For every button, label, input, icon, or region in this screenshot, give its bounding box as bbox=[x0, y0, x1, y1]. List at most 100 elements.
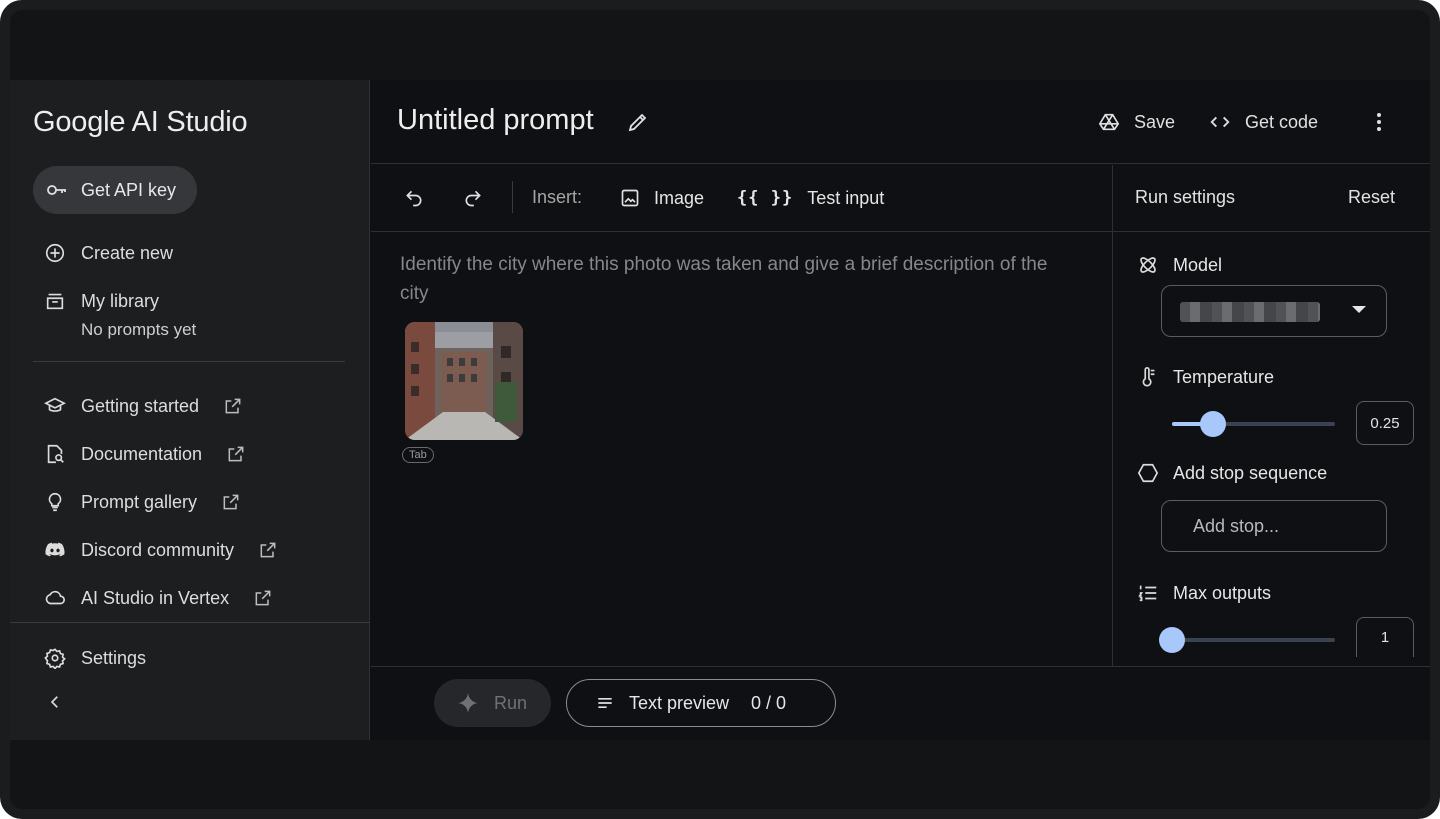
image-label: Image bbox=[654, 187, 705, 208]
sidebar: Google AI Studio Get API key Create new … bbox=[10, 80, 370, 740]
insert-image-button[interactable]: Image bbox=[620, 185, 704, 211]
tab-hint-badge: Tab bbox=[402, 447, 434, 463]
sidebar-divider bbox=[33, 361, 345, 362]
model-select[interactable] bbox=[1161, 285, 1387, 337]
reset-button[interactable]: Reset bbox=[1348, 187, 1395, 208]
discord-icon bbox=[43, 538, 67, 562]
temperature-slider[interactable] bbox=[1172, 411, 1335, 437]
temperature-input[interactable]: 0.25 bbox=[1356, 401, 1414, 445]
getting-started-label: Getting started bbox=[81, 395, 200, 416]
get-api-key-label: Get API key bbox=[81, 179, 177, 200]
sidebar-item-vertex[interactable]: AI Studio in Vertex bbox=[33, 578, 275, 618]
no-prompts-text: No prompts yet bbox=[81, 320, 197, 339]
collapse-sidebar-button[interactable] bbox=[33, 682, 81, 722]
my-library-label: My library bbox=[81, 290, 160, 311]
my-library-button[interactable]: My library bbox=[33, 281, 159, 321]
get-code-label: Get code bbox=[1245, 111, 1319, 132]
max-outputs-slider-thumb[interactable] bbox=[1159, 627, 1185, 653]
drive-icon bbox=[1098, 113, 1120, 131]
page-title: Untitled prompt bbox=[397, 104, 594, 136]
insert-label: Insert: bbox=[532, 187, 583, 207]
prompt-gallery-label: Prompt gallery bbox=[81, 491, 198, 512]
text-preview-label: Text preview bbox=[629, 692, 730, 713]
save-label: Save bbox=[1134, 111, 1176, 132]
attached-image-thumbnail[interactable] bbox=[405, 322, 523, 440]
toolbar-divider bbox=[512, 181, 513, 213]
app-window: Google AI Studio Get API key Create new … bbox=[10, 80, 1430, 740]
run-settings-panel: Run settings Reset Model Temperature 0.2… bbox=[1112, 165, 1430, 666]
get-code-button[interactable]: Get code bbox=[1209, 108, 1318, 136]
graduation-cap-icon bbox=[43, 394, 67, 418]
model-name-redacted bbox=[1180, 302, 1320, 322]
redo-icon[interactable] bbox=[461, 186, 485, 210]
editor-toolbar: Insert: Image {{ }} Test input bbox=[371, 165, 1112, 232]
image-icon bbox=[620, 188, 640, 208]
run-label: Run bbox=[494, 692, 528, 713]
header: Untitled prompt Save Get code bbox=[371, 80, 1430, 164]
add-circle-icon bbox=[43, 241, 67, 265]
text-preview-button[interactable]: Text preview 0 / 0 bbox=[566, 679, 836, 727]
device-frame: Google AI Studio Get API key Create new … bbox=[0, 0, 1440, 819]
library-icon bbox=[43, 289, 67, 313]
key-icon bbox=[45, 178, 69, 202]
cloud-icon bbox=[43, 586, 67, 610]
create-new-button[interactable]: Create new bbox=[33, 233, 173, 273]
run-settings-title: Run settings bbox=[1135, 187, 1236, 207]
settings-label: Settings bbox=[81, 647, 147, 668]
gear-icon bbox=[43, 646, 67, 670]
get-api-key-button[interactable]: Get API key bbox=[33, 166, 197, 214]
max-outputs-input[interactable]: 1 bbox=[1356, 617, 1414, 657]
external-link-icon bbox=[226, 443, 248, 465]
code-icon bbox=[1210, 116, 1230, 128]
chevron-left-icon bbox=[43, 690, 67, 714]
braces-icon: {{ }} bbox=[737, 188, 794, 208]
model-label-row: Model bbox=[1137, 252, 1222, 278]
temperature-label: Temperature bbox=[1173, 366, 1275, 387]
temperature-label-row: Temperature bbox=[1137, 364, 1274, 390]
sidebar-divider bbox=[10, 622, 370, 623]
max-outputs-label: Max outputs bbox=[1173, 582, 1272, 603]
temperature-slider-thumb[interactable] bbox=[1199, 411, 1226, 437]
sparkle-icon bbox=[458, 693, 478, 713]
sidebar-item-discord[interactable]: Discord community bbox=[33, 530, 280, 570]
stop-sequence-label-row: Add stop sequence bbox=[1137, 460, 1327, 486]
sidebar-item-getting-started[interactable]: Getting started bbox=[33, 386, 245, 426]
max-outputs-slider[interactable] bbox=[1159, 627, 1335, 653]
thermometer-icon bbox=[1137, 366, 1159, 388]
dropdown-arrow-icon bbox=[1352, 306, 1366, 313]
lines-icon bbox=[598, 698, 612, 708]
run-button[interactable]: Run bbox=[434, 679, 551, 727]
max-outputs-label-row: Max outputs bbox=[1137, 580, 1271, 606]
external-link-icon bbox=[221, 491, 243, 513]
atom-icon bbox=[1137, 254, 1159, 276]
undo-icon[interactable] bbox=[402, 186, 426, 210]
numbered-list-icon bbox=[1137, 582, 1159, 604]
external-link-icon bbox=[223, 395, 245, 417]
documentation-label: Documentation bbox=[81, 443, 203, 464]
sidebar-item-prompt-gallery[interactable]: Prompt gallery bbox=[33, 482, 243, 522]
stop-sequence-input[interactable]: Add stop... bbox=[1161, 500, 1387, 552]
prompt-text[interactable]: Identify the city where this photo was t… bbox=[400, 250, 1080, 308]
more-options-icon[interactable] bbox=[1367, 108, 1391, 136]
sidebar-item-documentation[interactable]: Documentation bbox=[33, 434, 248, 474]
screen: Google AI Studio Get API key Create new … bbox=[10, 10, 1430, 809]
settings-button[interactable]: Settings bbox=[33, 638, 146, 678]
save-button[interactable]: Save bbox=[1098, 108, 1175, 136]
discord-label: Discord community bbox=[81, 539, 235, 560]
edit-title-icon[interactable] bbox=[626, 110, 650, 134]
external-link-icon bbox=[258, 539, 280, 561]
token-count: 0 / 0 bbox=[751, 692, 787, 713]
external-link-icon bbox=[253, 587, 275, 609]
document-search-icon bbox=[43, 442, 67, 466]
test-input-label: Test input bbox=[807, 187, 885, 208]
create-new-label: Create new bbox=[81, 242, 174, 263]
prompt-editor[interactable]: Identify the city where this photo was t… bbox=[371, 233, 1112, 665]
brand-title: Google AI Studio bbox=[33, 106, 248, 138]
lightbulb-icon bbox=[43, 490, 67, 514]
run-settings-header: Run settings Reset bbox=[1113, 165, 1430, 232]
model-label: Model bbox=[1173, 254, 1223, 275]
hexagon-icon bbox=[1137, 462, 1159, 484]
insert-test-input-button[interactable]: {{ }} Test input bbox=[737, 185, 884, 211]
stop-sequence-label: Add stop sequence bbox=[1173, 462, 1328, 483]
vertex-label: AI Studio in Vertex bbox=[81, 587, 230, 608]
